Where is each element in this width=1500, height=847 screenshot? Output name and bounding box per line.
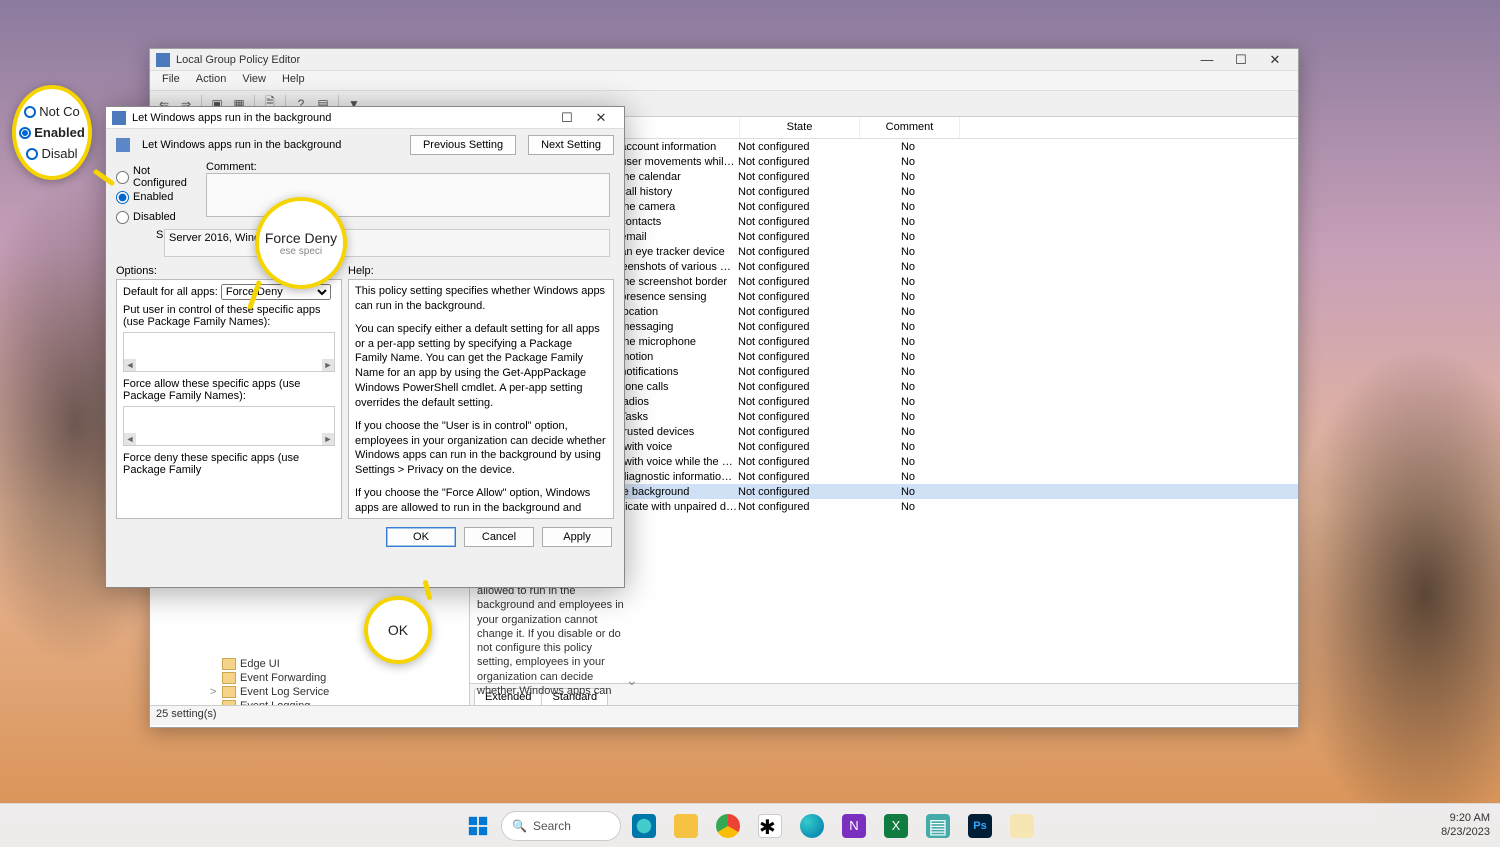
folder-icon (222, 672, 236, 684)
close-button[interactable]: ✕ (1258, 50, 1292, 70)
expand-icon[interactable]: > (210, 686, 222, 698)
tree-item[interactable]: Event Forwarding (150, 671, 469, 685)
help-p4: If you choose the "Force Allow" option, … (355, 486, 607, 519)
tree-item[interactable]: >Event Log Service (150, 685, 469, 699)
notepad-button[interactable]: ▤ (919, 807, 957, 845)
help-header: Help: (348, 265, 374, 277)
callout-enabled: Not Co Enabled Disabl (12, 85, 92, 180)
tray-time: 9:20 AM (1441, 812, 1490, 825)
ok-button[interactable]: OK (386, 527, 456, 547)
force-deny-label: Force deny these specific apps (use Pack… (123, 452, 335, 476)
folder-icon (222, 686, 236, 698)
tree-item[interactable]: Event Logging (150, 699, 469, 705)
policy-dialog: Let Windows apps run in the background ☐… (105, 106, 625, 588)
force-allow-listbox[interactable]: ◄► (123, 406, 335, 446)
dialog-close-button[interactable]: ✕ (584, 108, 618, 128)
radio-disabled[interactable]: Disabled (116, 207, 201, 227)
options-panel: Default for all apps: Force Deny Put use… (116, 279, 342, 519)
app-button[interactable] (1003, 807, 1041, 845)
edge-button[interactable] (793, 807, 831, 845)
supported-on-text: Server 2016, Windows 10 (164, 229, 610, 257)
minimize-button[interactable]: — (1190, 50, 1224, 70)
statusbar: 25 setting(s) (150, 705, 1298, 725)
dialog-maximize-button[interactable]: ☐ (550, 108, 584, 128)
previous-setting-button[interactable]: Previous Setting (410, 135, 516, 155)
callout-ok: OK (364, 596, 432, 664)
default-for-all-apps-label: Default for all apps: (123, 286, 218, 298)
menu-action[interactable]: Action (188, 71, 235, 90)
start-button[interactable] (459, 807, 497, 845)
col-comment[interactable]: Comment (860, 117, 960, 138)
force-allow-label: Force allow these specific apps (use Pac… (123, 378, 335, 402)
taskview-button[interactable] (625, 807, 663, 845)
policy-preview-text: allowed to run in the background and emp… (477, 584, 627, 699)
policy-name-label: Let Windows apps run in the background (142, 139, 398, 151)
dialog-title-text: Let Windows apps run in the background (132, 112, 331, 124)
cancel-button[interactable]: Cancel (464, 527, 534, 547)
taskbar-search[interactable]: 🔍 Search (501, 811, 621, 841)
tray-date: 8/23/2023 (1441, 826, 1490, 839)
folder-icon (222, 700, 236, 705)
apply-button[interactable]: Apply (542, 527, 612, 547)
chrome-button[interactable] (709, 807, 747, 845)
user-control-listbox[interactable]: ◄► (123, 332, 335, 372)
menubar: File Action View Help (150, 71, 1298, 91)
comment-label: Comment: (206, 161, 257, 173)
photoshop-button[interactable]: Ps (961, 807, 999, 845)
onenote-button[interactable]: N (835, 807, 873, 845)
search-icon: 🔍 (512, 819, 527, 833)
gpedit-icon (156, 53, 170, 67)
dialog-icon (112, 111, 126, 125)
explorer-button[interactable] (667, 807, 705, 845)
system-tray[interactable]: 9:20 AM 8/23/2023 (1441, 812, 1490, 838)
put-user-in-control-label: Put user in control of these specific ap… (123, 304, 335, 328)
help-panel[interactable]: This policy setting specifies whether Wi… (348, 279, 614, 519)
help-p1: This policy setting specifies whether Wi… (355, 284, 607, 314)
slack-button[interactable]: ✱ (751, 807, 789, 845)
excel-button[interactable]: X (877, 807, 915, 845)
callout-force-deny: Force Deny ese speci (255, 197, 347, 289)
help-p2: You can specify either a default setting… (355, 322, 607, 411)
col-state[interactable]: State (740, 117, 860, 138)
menu-help[interactable]: Help (274, 71, 313, 90)
radio-enabled[interactable]: Enabled (116, 187, 201, 207)
menu-view[interactable]: View (234, 71, 274, 90)
dialog-titlebar[interactable]: Let Windows apps run in the background ☐… (106, 107, 624, 129)
folder-icon (222, 658, 236, 670)
maximize-button[interactable]: ☐ (1224, 50, 1258, 70)
menu-file[interactable]: File (154, 71, 188, 90)
taskbar: 🔍 Search ✱ N X ▤ Ps 9:20 AM 8/23/2023 (0, 803, 1500, 847)
next-setting-button[interactable]: Next Setting (528, 135, 614, 155)
scroll-down-icon[interactable]: ⌄ (626, 672, 638, 689)
help-p3: If you choose the "User is in control" o… (355, 419, 607, 478)
policy-icon (116, 138, 130, 152)
supported-on-label: Supported o (156, 229, 164, 257)
radio-not-configured[interactable]: Not Configured (116, 167, 201, 187)
gpedit-title-text: Local Group Policy Editor (176, 54, 300, 66)
gpedit-titlebar[interactable]: Local Group Policy Editor — ☐ ✕ (150, 49, 1298, 71)
tree-item[interactable]: Edge UI (150, 657, 469, 671)
